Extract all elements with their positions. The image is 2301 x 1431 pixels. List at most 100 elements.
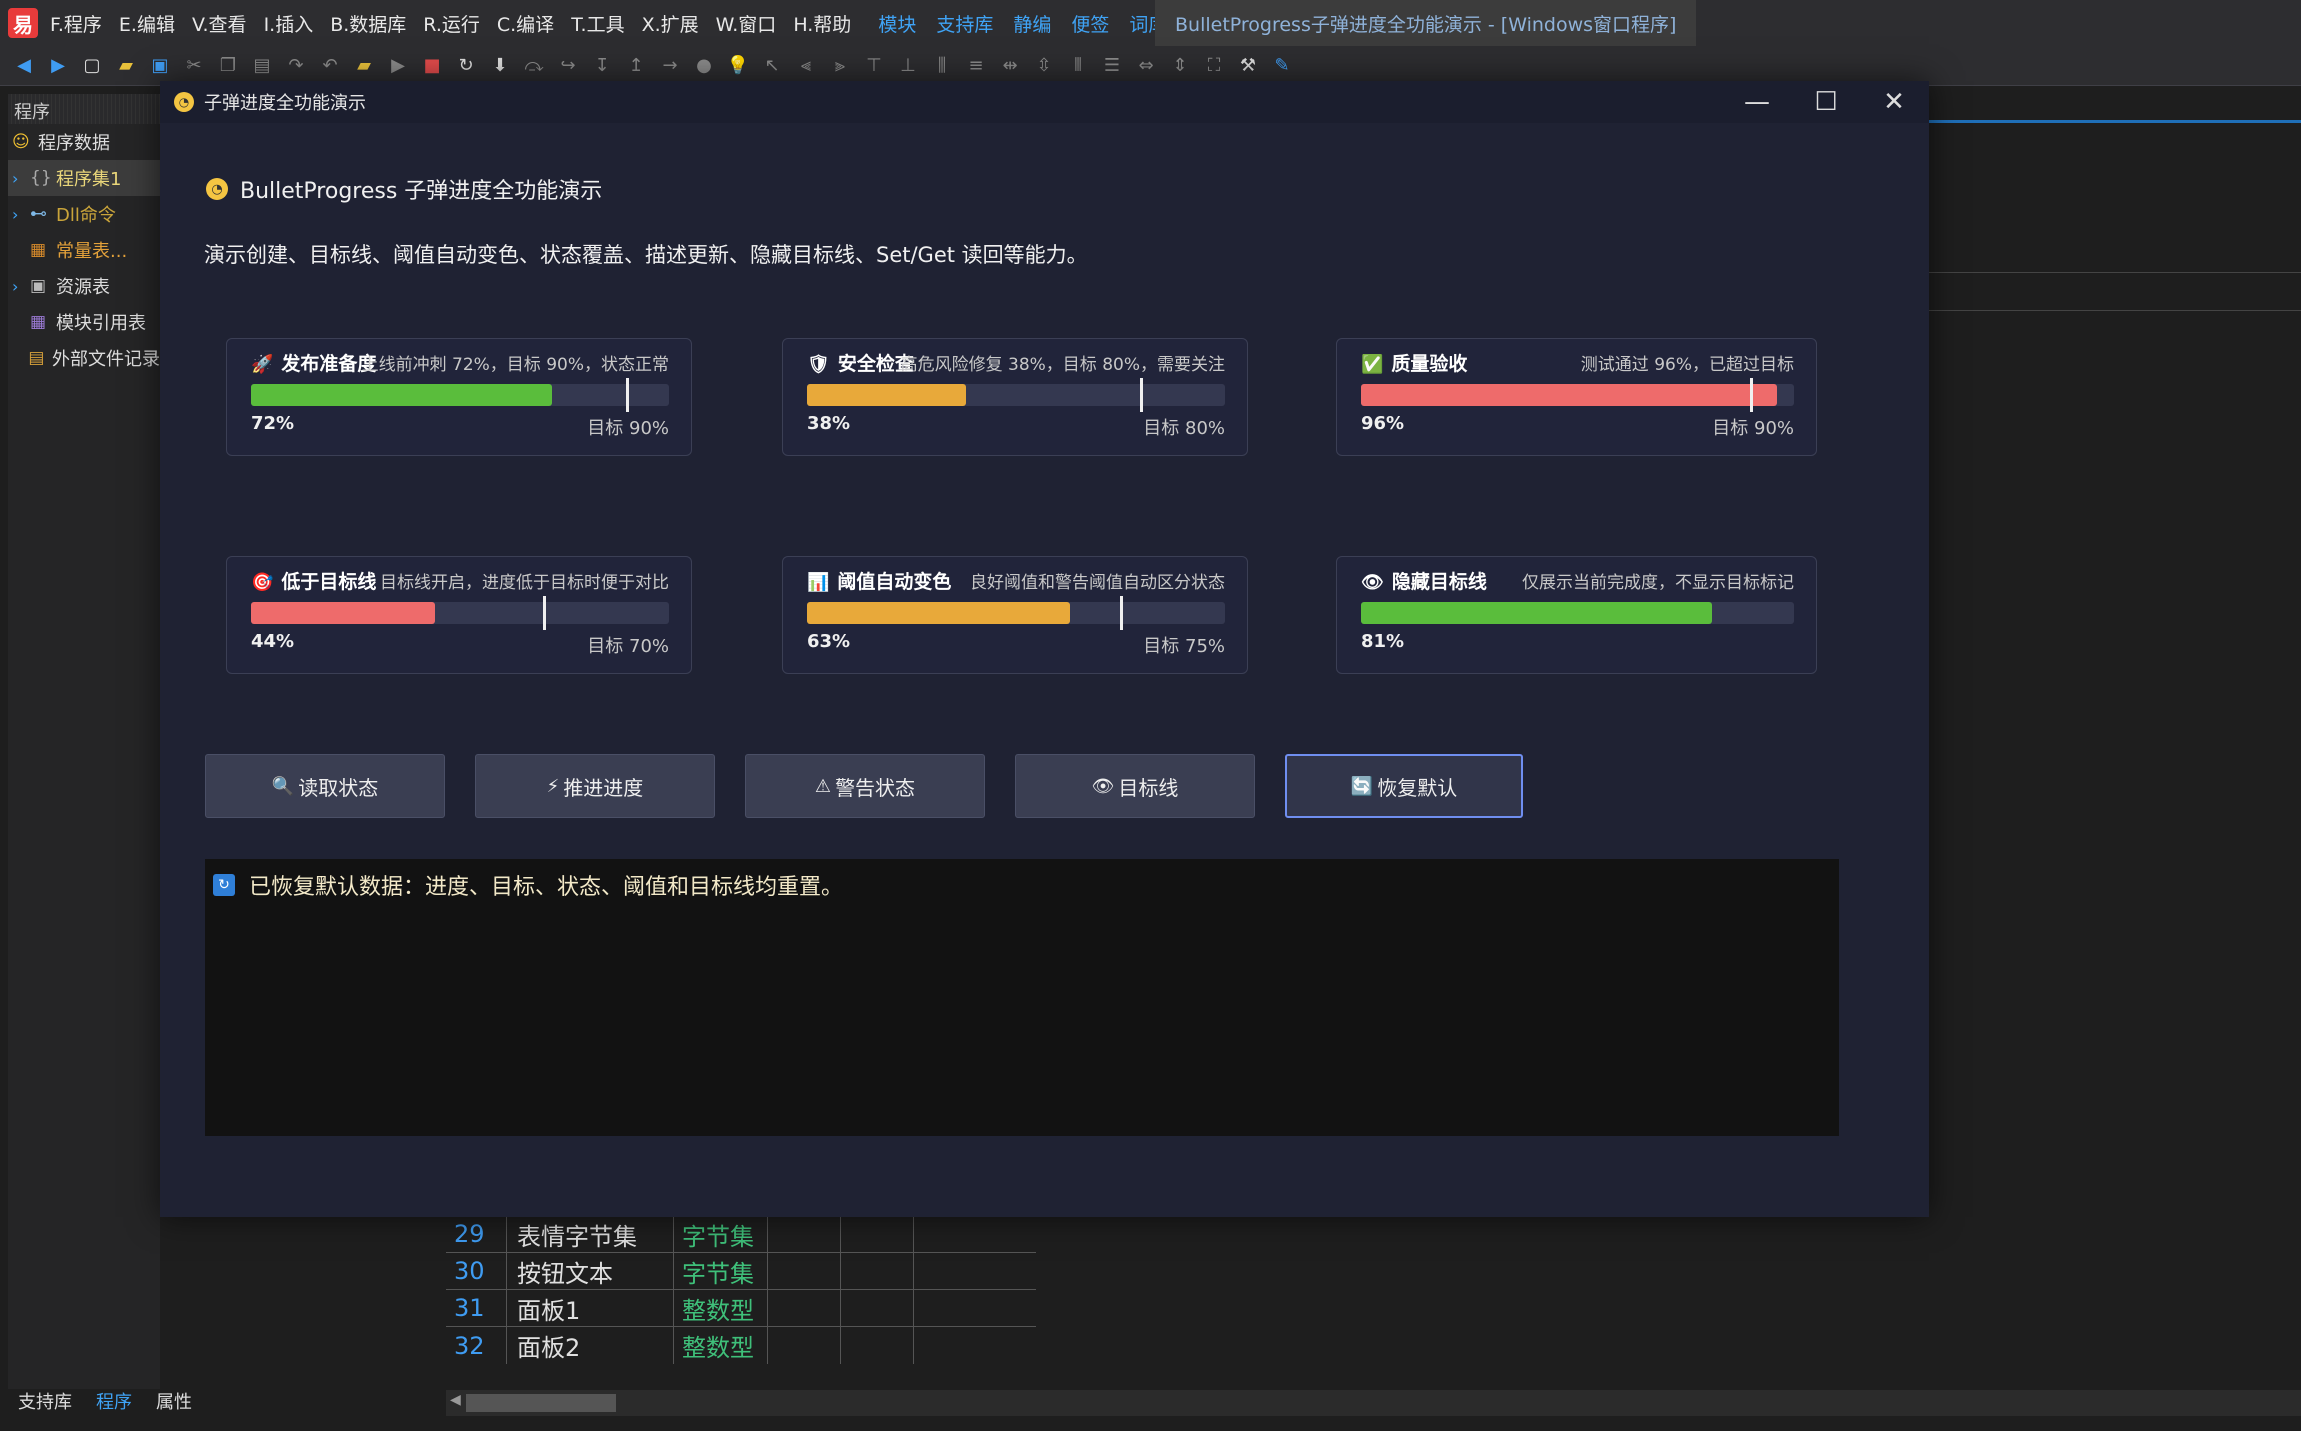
menu-static-compile[interactable]: 静编	[1013, 10, 1051, 37]
center-h-icon[interactable]: ⫼	[930, 54, 954, 78]
tools-icon[interactable]: ⚒	[1236, 54, 1260, 78]
breakpoint-icon[interactable]: ●	[692, 54, 716, 78]
scroll-left-icon[interactable]: ◀	[450, 1392, 461, 1408]
tree-item-module-refs[interactable]: ▦ 模块引用表	[8, 304, 160, 340]
brush-icon[interactable]: ✎	[1270, 54, 1294, 78]
chevron-right-icon[interactable]: ›	[12, 205, 30, 224]
table-row[interactable]: 31 面板1 整数型	[446, 1290, 1036, 1327]
folder-icon[interactable]: ▰	[352, 54, 376, 78]
align-bottom-icon[interactable]: ⊥	[896, 54, 920, 78]
menu-extend[interactable]: X.扩展	[642, 10, 699, 37]
undo-icon[interactable]: ↶	[318, 54, 342, 78]
tree-item-constants[interactable]: ▦ 常量表...	[8, 232, 160, 268]
variable-type[interactable]: 整数型	[674, 1290, 768, 1326]
tree-item-resources[interactable]: › ▣ 资源表	[8, 268, 160, 304]
tab-program[interactable]: 程序	[96, 1388, 132, 1416]
align-right-icon[interactable]: ⫸	[828, 54, 852, 78]
variable-name[interactable]: 按钮文本	[506, 1253, 674, 1289]
log-output[interactable]: ↻ 已恢复默认数据：进度、目标、状态、阈值和目标线均重置。	[205, 859, 1839, 1136]
same-height-icon[interactable]: ⇳	[1032, 54, 1056, 78]
scrollbar-thumb[interactable]	[466, 1394, 616, 1412]
menu-view[interactable]: V.查看	[192, 10, 247, 37]
checkmark-icon: ✅	[1361, 354, 1384, 375]
forward-icon[interactable]: ▶	[46, 54, 70, 78]
menu-database[interactable]: B.数据库	[330, 10, 406, 37]
menu-run[interactable]: R.运行	[423, 10, 480, 37]
close-button[interactable]: ✕	[1859, 81, 1929, 123]
align-left-icon[interactable]: ⫷	[794, 54, 818, 78]
minimize-button[interactable]: —	[1722, 81, 1792, 123]
table-row[interactable]: 30 按钮文本 字节集	[446, 1253, 1036, 1290]
h-space-icon[interactable]: ⫴	[1066, 54, 1090, 78]
tree-item-assembly1[interactable]: › {} 程序集1	[8, 160, 160, 196]
menu-program[interactable]: F.程序	[50, 10, 102, 37]
menu-insert[interactable]: I.插入	[264, 10, 314, 37]
menu-notes[interactable]: 便签	[1071, 10, 1109, 37]
menu-window[interactable]: W.窗口	[716, 10, 777, 37]
eye-icon: 👁	[1091, 775, 1115, 797]
restart-icon[interactable]: ↻	[454, 54, 478, 78]
menu-support-lib[interactable]: 支持库	[936, 10, 993, 37]
run-icon[interactable]: ▶	[386, 54, 410, 78]
menu-help[interactable]: H.帮助	[793, 10, 851, 37]
build-icon[interactable]: ⬇	[488, 54, 512, 78]
variable-type[interactable]: 整数型	[674, 1327, 768, 1364]
restore-default-button[interactable]: 🔄 恢复默认	[1285, 754, 1523, 818]
divider	[1920, 272, 2301, 273]
center-v-icon[interactable]: ≡	[964, 54, 988, 78]
step-in-icon[interactable]: ↧	[590, 54, 614, 78]
chevron-right-icon[interactable]: ›	[12, 277, 30, 296]
redo-icon[interactable]: ↷	[284, 54, 308, 78]
align-top-icon[interactable]: ⊤	[862, 54, 886, 78]
copy-icon[interactable]: ❐	[216, 54, 240, 78]
back-icon[interactable]: ◀	[12, 54, 36, 78]
lightbulb-icon[interactable]: 💡	[726, 54, 750, 78]
advance-progress-button[interactable]: ⚡ 推进进度	[475, 754, 715, 818]
chevron-right-icon[interactable]: ›	[12, 169, 30, 188]
table-row[interactable]: 29 表情字节集 字节集	[446, 1216, 1036, 1253]
ide-menubar: 易 F.程序 E.编辑 V.查看 I.插入 B.数据库 R.运行 C.编译 T.…	[0, 0, 2301, 46]
read-status-button[interactable]: 🔍 读取状态	[205, 754, 445, 818]
horizontal-scrollbar[interactable]: ◀	[446, 1390, 2301, 1416]
paste-icon[interactable]: ▤	[250, 54, 274, 78]
variable-name[interactable]: 面板1	[506, 1290, 674, 1326]
v-space-icon[interactable]: ☰	[1100, 54, 1124, 78]
tree-item-program-data[interactable]: ☺ 程序数据	[8, 124, 160, 160]
cut-icon[interactable]: ✂	[182, 54, 206, 78]
save-icon[interactable]: ▣	[148, 54, 172, 78]
tree-item-dll-commands[interactable]: › ⊷ Dll命令	[8, 196, 160, 232]
step-over-icon[interactable]: ↪	[556, 54, 580, 78]
button-label: 目标线	[1118, 775, 1179, 800]
button-label: 推进进度	[563, 775, 644, 800]
table-row[interactable]: 32 面板2 整数型	[446, 1327, 1036, 1364]
tab-support-lib[interactable]: 支持库	[18, 1388, 72, 1416]
open-folder-icon[interactable]: ▰	[114, 54, 138, 78]
run-to-cursor-icon[interactable]: →	[658, 54, 682, 78]
menu-module[interactable]: 模块	[878, 10, 916, 37]
new-file-icon[interactable]: ▢	[80, 54, 104, 78]
progress-track	[1361, 602, 1794, 624]
target-line-button[interactable]: 👁 目标线	[1015, 754, 1255, 818]
editor-tab-strip	[1920, 120, 2301, 123]
tab-properties[interactable]: 属性	[156, 1388, 192, 1416]
variable-type[interactable]: 字节集	[674, 1216, 768, 1252]
cursor-icon[interactable]: ↖	[760, 54, 784, 78]
fit-width-icon[interactable]: ⇔	[1134, 54, 1158, 78]
same-width-icon[interactable]: ⇹	[998, 54, 1022, 78]
warning-status-button[interactable]: ⚠ 警告状态	[745, 754, 985, 818]
step-icon[interactable]: ⤼	[522, 54, 546, 78]
fit-height-icon[interactable]: ⇕	[1168, 54, 1192, 78]
fullscreen-icon[interactable]: ⛶	[1202, 54, 1226, 78]
maximize-button[interactable]: ☐	[1791, 81, 1861, 123]
variable-name[interactable]: 表情字节集	[506, 1216, 674, 1252]
button-label: 恢复默认	[1377, 775, 1458, 800]
variable-name[interactable]: 面板2	[506, 1327, 674, 1364]
variable-type[interactable]: 字节集	[674, 1253, 768, 1289]
target-icon: 🎯	[251, 572, 274, 593]
step-out-icon[interactable]: ↥	[624, 54, 648, 78]
tree-item-external-files[interactable]: ▤ 外部文件记录	[8, 340, 160, 376]
menu-edit[interactable]: E.编辑	[119, 10, 175, 37]
stop-icon[interactable]: ■	[420, 54, 444, 78]
menu-tools[interactable]: T.工具	[571, 10, 624, 37]
menu-compile[interactable]: C.编译	[497, 10, 554, 37]
